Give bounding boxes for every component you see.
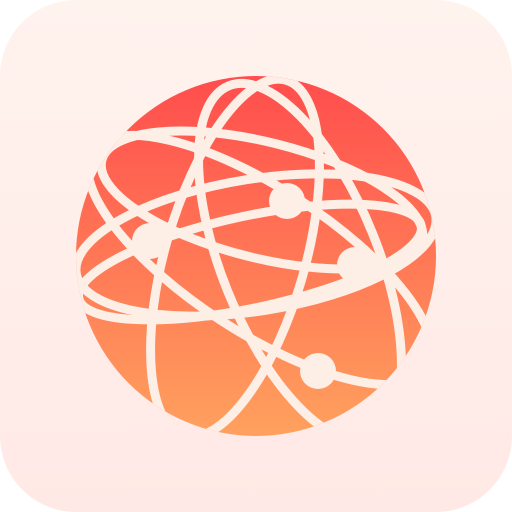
network-node bbox=[132, 223, 168, 259]
network-globe-icon bbox=[0, 0, 512, 512]
network-node bbox=[300, 353, 336, 389]
app-icon-canvas bbox=[0, 0, 512, 512]
network-node bbox=[269, 183, 305, 219]
network-node bbox=[337, 247, 373, 283]
